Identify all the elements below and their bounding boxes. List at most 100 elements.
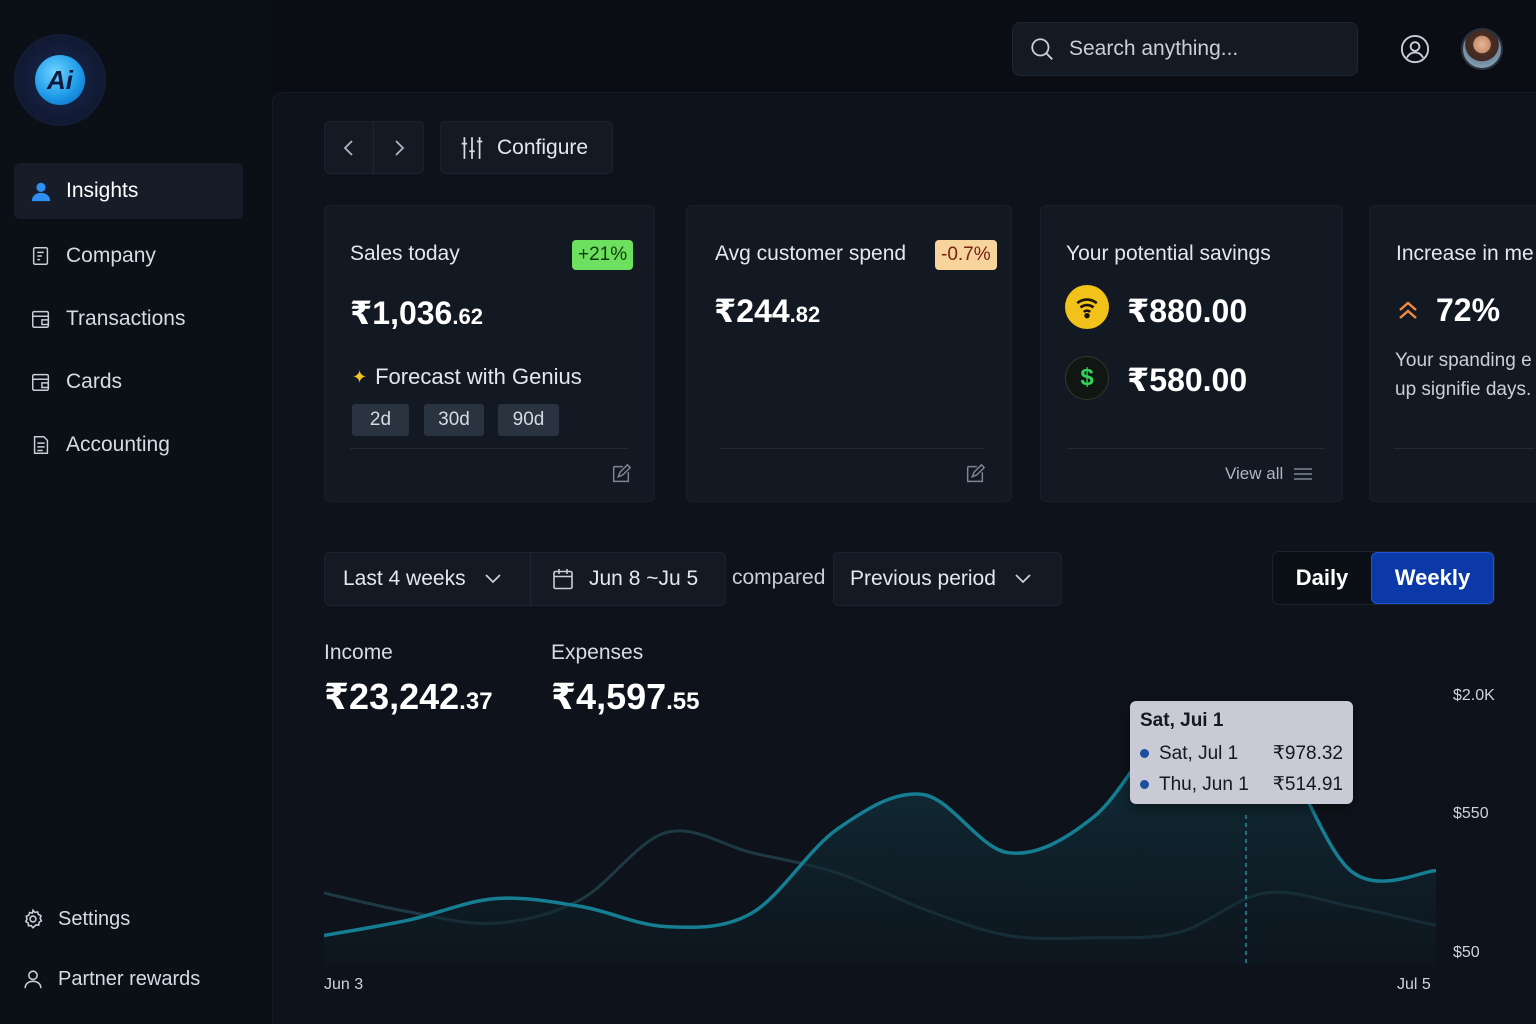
card-icon [32, 373, 50, 391]
card-divider [1067, 448, 1325, 449]
card-title: Increase in me [1396, 242, 1534, 265]
income-label: Income [324, 641, 393, 664]
user-icon [24, 970, 42, 989]
change-badge: -0.7% [935, 240, 997, 270]
partner-rewards-link[interactable]: Partner rewards [22, 964, 200, 994]
tooltip-row-value: ₹978.32 [1272, 743, 1343, 764]
savings-card: Your potential savings ₹880.00 $ ₹580.00… [1040, 205, 1343, 502]
sales-value-decimal: .62 [452, 304, 483, 329]
sidebar-item-label: Insights [66, 179, 139, 202]
configure-label: Configure [497, 135, 589, 159]
avg-spend-card: Avg customer spend -0.7% ₹244.82 [686, 205, 1012, 502]
avg-value-decimal: .82 [789, 302, 821, 327]
app-logo[interactable]: Ai [14, 34, 106, 126]
sidebar-item-label: Transactions [66, 307, 186, 330]
y-tick: $550 [1453, 805, 1489, 822]
sidebar-item-label: Accounting [66, 433, 170, 456]
daily-toggle[interactable]: Daily [1273, 552, 1371, 604]
chevron-down-icon [1015, 574, 1031, 584]
tooltip-row-name: Thu, Jun 1 [1159, 773, 1249, 795]
x-tick: Jul 5 [1397, 976, 1431, 993]
card-title: Avg customer spend [715, 242, 907, 265]
sparkle-icon: ✦ [352, 366, 368, 387]
tooltip-title: Sat, Jui 1 [1140, 710, 1224, 731]
person-icon [31, 182, 51, 202]
wifi-coin-icon [1065, 285, 1109, 329]
series-dot-icon [1140, 749, 1149, 758]
date-label: Jun 8 ~Ju 5 [589, 567, 699, 590]
tooltip-row: Sat, Jul 1 ₹978.32 [1140, 738, 1343, 769]
sidebar-item-cards[interactable]: Cards [14, 354, 243, 410]
edit-icon[interactable] [610, 463, 632, 485]
dollar-coin-icon: $ [1065, 356, 1109, 400]
account-icon[interactable] [1400, 34, 1430, 64]
change-badge: +21% [572, 240, 634, 270]
range-chip-30d[interactable]: 30d [424, 404, 484, 436]
partner-rewards-label: Partner rewards [58, 967, 201, 990]
series-dot-icon [1140, 780, 1149, 789]
edit-icon[interactable] [964, 463, 986, 485]
sidebar-item-label: Cards [66, 370, 123, 393]
wallet-icon [32, 310, 50, 328]
card-divider [721, 448, 985, 449]
back-button[interactable] [325, 122, 374, 173]
sales-value: ₹1,036.62 [350, 294, 483, 332]
date-range-picker: Last 4 weeks Jun 8 ~Ju 5 [324, 552, 726, 606]
card-divider [350, 448, 628, 449]
avg-value-main: ₹244 [714, 293, 790, 329]
calendar-icon [553, 569, 573, 590]
weekly-toggle[interactable]: Weekly [1371, 552, 1494, 604]
savings-value-2: ₹580.00 [1127, 362, 1248, 398]
increase-value: 72% [1436, 292, 1501, 328]
sidebar-item-insights[interactable]: Insights [14, 163, 243, 219]
search-icon [1031, 38, 1053, 60]
tooltip-row-value: ₹514.91 [1272, 774, 1343, 795]
range-label: Last 4 weeks [343, 567, 466, 590]
chevron-right-icon [394, 139, 404, 156]
chart-tooltip: Sat, Jui 1 Sat, Jul 1 ₹978.32 Thu, Jun 1… [1130, 701, 1353, 804]
increase-card: Increase in me 72% Your spanding e gone … [1369, 205, 1536, 502]
range-chip-90d[interactable]: 90d [498, 404, 559, 436]
search-placeholder: Search anything... [1069, 37, 1239, 60]
sidebar-item-company[interactable]: Company [14, 228, 243, 284]
sales-today-card: Sales today +21% ₹1,036.62 ✦ Forecast wi… [324, 205, 655, 502]
forecast-label: Forecast with Genius [375, 364, 582, 389]
comparison-period-select[interactable]: Previous period [833, 552, 1062, 606]
gear-icon [24, 908, 43, 929]
range-chip-2d[interactable]: 2d [352, 404, 409, 436]
sidebar-item-accounting[interactable]: Accounting [14, 417, 243, 473]
chevron-left-icon [343, 139, 353, 156]
settings-link[interactable]: Settings [22, 904, 130, 934]
avg-spend-value: ₹244.82 [714, 292, 820, 330]
sales-value-main: ₹1,036 [350, 295, 453, 331]
card-title: Sales today [350, 242, 460, 265]
chevron-down-icon [484, 574, 501, 584]
granularity-toggle: Daily Weekly [1272, 551, 1495, 605]
card-divider [1394, 448, 1534, 449]
expenses-label: Expenses [551, 641, 644, 664]
menu-icon [1294, 468, 1313, 480]
ledger-icon [33, 436, 49, 454]
range-select[interactable]: Last 4 weeks [325, 553, 531, 605]
date-select[interactable]: Jun 8 ~Ju 5 [531, 553, 725, 605]
sidebar-item-transactions[interactable]: Transactions [14, 291, 243, 347]
avatar[interactable] [1461, 28, 1503, 70]
card-title: Your potential savings [1066, 242, 1271, 265]
forecast-link[interactable]: ✦ Forecast with Genius [352, 364, 582, 390]
configure-button[interactable]: Configure [440, 121, 613, 174]
double-chevron-up-icon [1399, 301, 1417, 319]
settings-label: Settings [58, 907, 131, 930]
savings-value-1: ₹880.00 [1127, 293, 1248, 329]
view-all-link[interactable]: View all [1225, 464, 1313, 484]
forward-button[interactable] [374, 122, 423, 173]
increase-description: Your spanding e gone up signifie days. [1395, 350, 1536, 400]
y-tick: $50 [1453, 944, 1480, 961]
period-label: Previous period [850, 567, 996, 590]
search-input[interactable]: Search anything... [1012, 22, 1358, 76]
view-all-label: View all [1225, 464, 1284, 483]
logo-badge: Ai [35, 55, 85, 105]
wifi-icon [1076, 298, 1098, 319]
y-tick: $2.0K [1453, 687, 1495, 704]
tooltip-row-name: Sat, Jul 1 [1159, 742, 1239, 764]
history-nav [324, 121, 424, 174]
